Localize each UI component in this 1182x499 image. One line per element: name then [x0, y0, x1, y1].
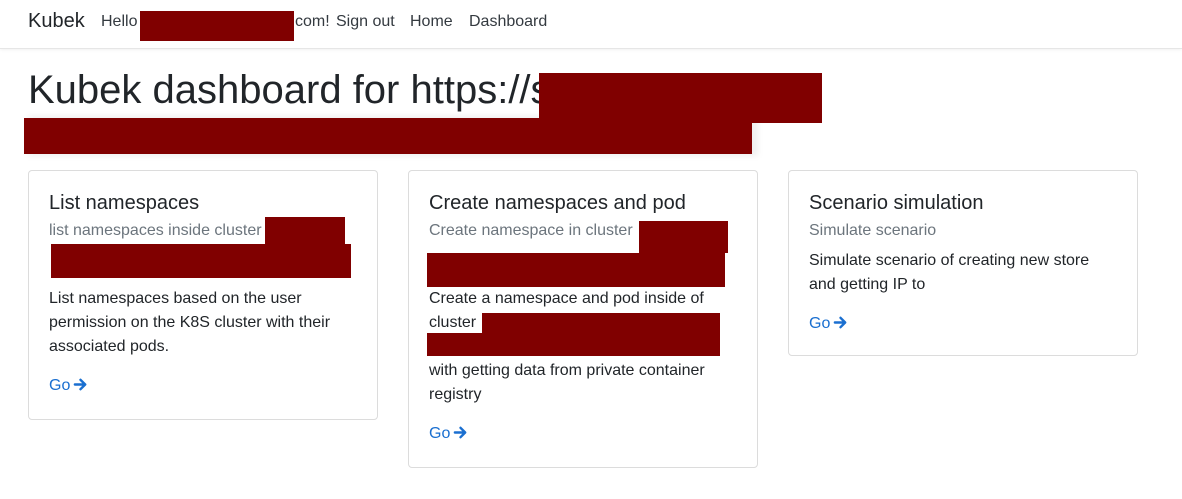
redacted-url-part-1 — [539, 73, 822, 123]
card-text-part-b: with getting data from private container… — [429, 362, 705, 403]
brand-link[interactable]: Kubek — [28, 10, 85, 33]
card-text: Simulate scenario of creating new store … — [809, 252, 1090, 293]
redacted-description-1 — [482, 313, 720, 356]
go-label: Go — [809, 315, 831, 332]
card-create-namespace-pod: Create namespaces and pod Create namespa… — [408, 170, 758, 468]
redacted-cluster-name-2 — [427, 253, 725, 287]
card-title: List namespaces — [49, 192, 200, 214]
redacted-description-2 — [427, 333, 487, 356]
redacted-cluster-name — [639, 221, 728, 253]
sign-out-link[interactable]: Sign out — [336, 13, 395, 31]
go-link[interactable]: Go — [49, 377, 88, 397]
card-scenario-simulation: Scenario simulation Simulate scenario Si… — [788, 170, 1138, 356]
go-link[interactable]: Go — [809, 315, 848, 335]
page-title: Kubek dashboard for https://s — [28, 68, 551, 112]
card-title: Scenario simulation — [809, 192, 984, 214]
redacted-username — [140, 11, 294, 41]
card-subtitle: Create namespace in cluster — [429, 222, 633, 239]
arrow-right-icon — [73, 377, 88, 397]
top-navbar: Kubek Hello com! Sign out Home Dashboard — [0, 0, 1182, 49]
dashboard-link[interactable]: Dashboard — [469, 13, 547, 31]
home-link[interactable]: Home — [410, 13, 453, 31]
card-title: Create namespaces and pod — [429, 192, 686, 214]
arrow-right-icon — [833, 315, 848, 335]
hello-suffix: com! — [295, 13, 330, 30]
hello-prefix: Hello — [101, 13, 138, 30]
go-label: Go — [429, 425, 451, 442]
card-subtitle: list namespaces inside cluster — [49, 222, 262, 239]
redacted-cluster-name-2 — [51, 244, 351, 278]
card-text: List namespaces based on the user permis… — [49, 290, 331, 355]
go-link[interactable]: Go — [429, 425, 468, 445]
card-list-namespaces: List namespaces list namespaces inside c… — [28, 170, 378, 420]
card-subtitle: Simulate scenario — [809, 222, 937, 239]
go-label: Go — [49, 377, 71, 394]
arrow-right-icon — [453, 425, 468, 445]
redacted-url-part-2 — [24, 118, 752, 154]
